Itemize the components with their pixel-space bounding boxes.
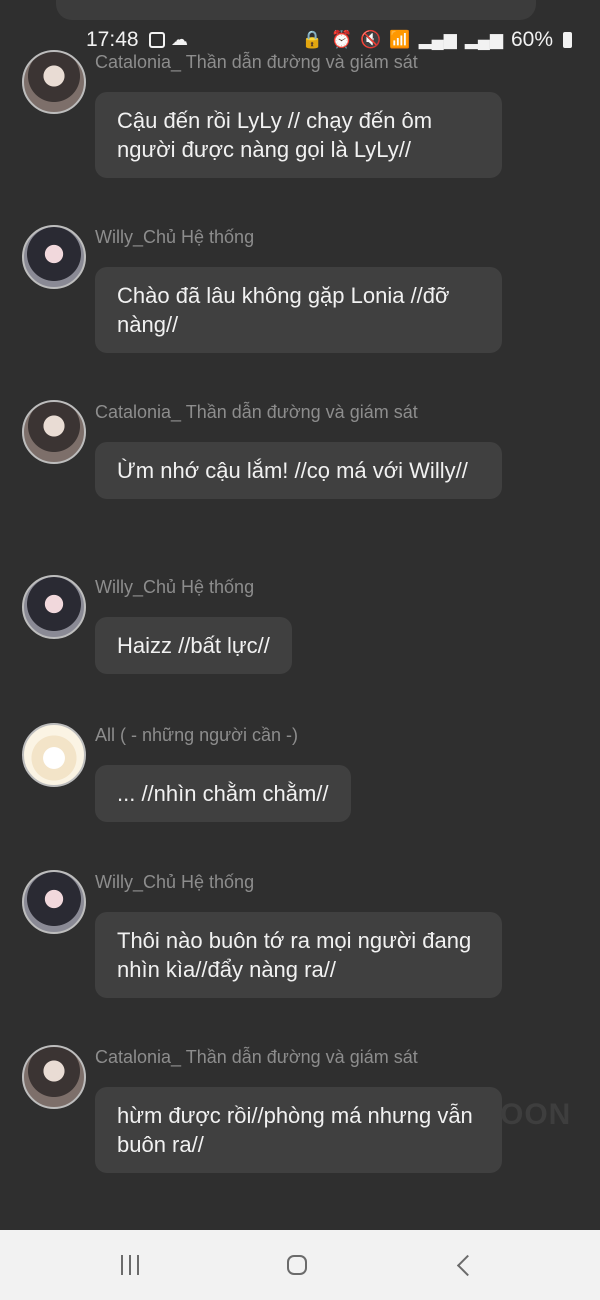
- avatar[interactable]: [22, 870, 86, 934]
- message-bubble[interactable]: Cậu đến rồi LyLy // chạy đến ôm người đư…: [95, 92, 502, 178]
- battery-percent: 60%: [510, 28, 553, 51]
- wifi-icon: 📶: [389, 30, 411, 49]
- signal-icon-2: ▂▄▆: [464, 30, 503, 49]
- message-bubble[interactable]: Ừm nhớ cậu lắm! //cọ má với Willy//: [95, 442, 502, 499]
- message-bubble[interactable]: Chào đã lâu không gặp Lonia //đỡ nàng//: [95, 267, 502, 353]
- recent-apps-button[interactable]: [110, 1250, 150, 1280]
- home-button[interactable]: [277, 1250, 317, 1280]
- avatar[interactable]: [22, 50, 86, 114]
- recent-apps-icon: [121, 1255, 139, 1275]
- avatar[interactable]: [22, 225, 86, 289]
- message-bubble[interactable]: ... //nhìn chằm chằm//: [95, 765, 351, 822]
- previous-message-bubble: [56, 0, 536, 20]
- watermark: OON: [500, 1098, 572, 1131]
- avatar[interactable]: [22, 400, 86, 464]
- sender-name: Catalonia_ Thần dẫn đường và giám sát: [95, 402, 418, 422]
- home-icon: [287, 1255, 307, 1275]
- cloud-hand-icon: ☁: [171, 30, 188, 49]
- signal-icon: ▂▄▆: [418, 30, 457, 49]
- message-bubble[interactable]: hừm được rồi//phòng má nhưng vẫn buôn ra…: [95, 1087, 502, 1173]
- battery-icon: [563, 32, 572, 48]
- sender-name: Catalonia_ Thần dẫn đường và giám sát: [95, 1047, 418, 1067]
- avatar[interactable]: [22, 723, 86, 787]
- sender-name: Willy_Chủ Hệ thống: [95, 872, 255, 892]
- vpn-lock-icon: 🔒: [301, 30, 324, 49]
- sender-name: Willy_Chủ Hệ thống: [95, 577, 255, 597]
- status-time: 17:48: [86, 28, 139, 51]
- sender-name: All ( - những người cần -): [95, 725, 298, 745]
- sender-name: Willy_Chủ Hệ thống: [95, 227, 255, 247]
- alarm-icon: ⏰: [331, 30, 353, 49]
- message-bubble[interactable]: Thôi nào buôn tớ ra mọi người đang nhìn …: [95, 912, 502, 998]
- back-icon: [456, 1254, 478, 1276]
- sender-name: Catalonia_ Thần dẫn đường và giám sát: [95, 52, 418, 72]
- back-button[interactable]: [447, 1250, 487, 1280]
- square-notification-icon: [149, 32, 165, 48]
- mute-icon: 🔇: [360, 30, 382, 49]
- avatar[interactable]: [22, 575, 86, 639]
- avatar[interactable]: [22, 1045, 86, 1109]
- message-bubble[interactable]: Haizz //bất lực//: [95, 617, 292, 674]
- navigation-bar: [0, 1230, 600, 1300]
